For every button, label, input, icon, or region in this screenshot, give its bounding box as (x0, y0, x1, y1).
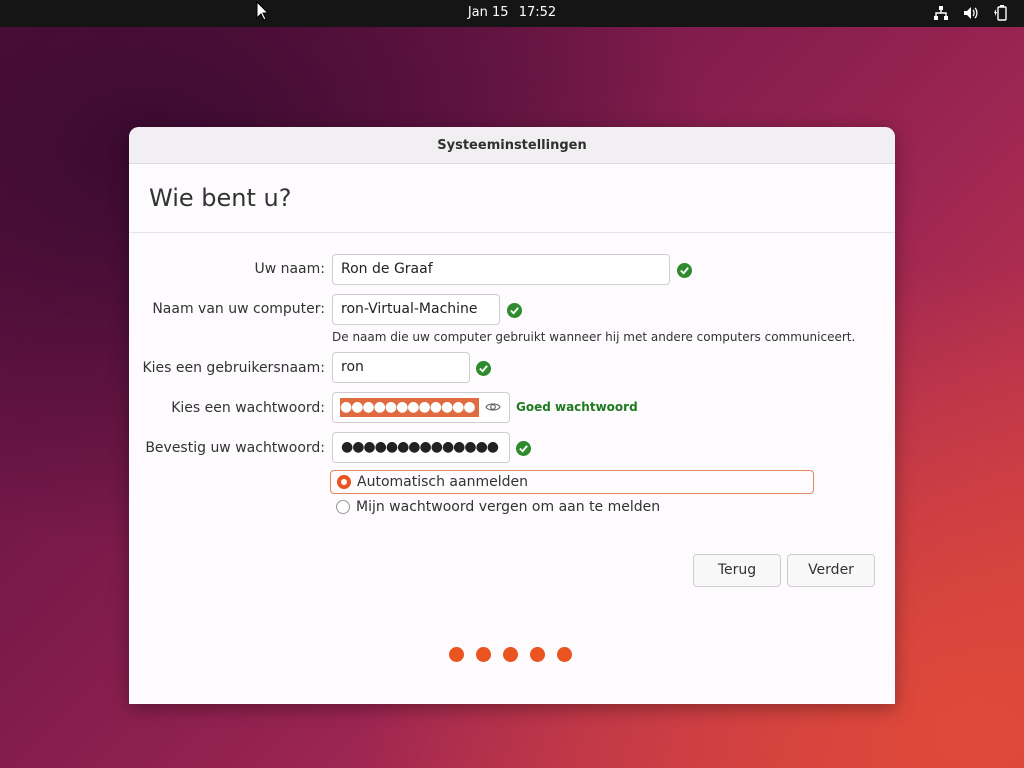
top-bar: Jan 15 17:52 (0, 0, 1024, 27)
divider (129, 232, 895, 233)
battery-icon[interactable] (992, 4, 1010, 22)
clock-date: Jan 15 (467, 5, 509, 20)
password-strength-label: Goed wachtwoord (516, 400, 638, 414)
password-label: Kies een wachtwoord: (171, 400, 325, 416)
volume-icon[interactable] (962, 4, 980, 22)
back-button[interactable]: Terug (693, 554, 781, 587)
progress-dot (557, 647, 572, 662)
next-button[interactable]: Verder (787, 554, 875, 587)
page-heading: Wie bent u? (149, 184, 292, 212)
auto-login-radio[interactable] (337, 475, 351, 489)
username-input[interactable]: ron (332, 352, 470, 383)
username-valid-check-icon (476, 361, 491, 376)
computer-valid-check-icon (507, 303, 522, 318)
computer-name-input[interactable]: ron-Virtual-Machine (332, 294, 500, 325)
require-password-option[interactable]: Mijn wachtwoord vergen om aan te melden (330, 495, 814, 519)
auto-login-option[interactable]: Automatisch aanmelden (330, 470, 814, 494)
username-label: Kies een gebruikersnaam: (142, 360, 325, 376)
mouse-cursor-icon (256, 1, 270, 21)
show-password-eye-icon[interactable] (485, 400, 501, 414)
system-tray[interactable] (932, 4, 1010, 22)
setup-dialog: Systeeminstellingen Wie bent u? Uw naam:… (129, 127, 895, 704)
password-masked-value: ●●●●●●●●●●●● (340, 398, 479, 417)
password-input[interactable]: ●●●●●●●●●●●● (332, 392, 510, 423)
computer-name-label: Naam van uw computer: (152, 301, 325, 317)
clock[interactable]: Jan 15 17:52 (0, 5, 1024, 20)
confirm-password-label: Bevestig uw wachtwoord: (145, 440, 325, 456)
progress-dot (503, 647, 518, 662)
require-password-radio[interactable] (336, 500, 350, 514)
computer-name-hint: De naam die uw computer gebruikt wanneer… (332, 330, 856, 344)
name-label: Uw naam: (254, 261, 325, 277)
require-password-label: Mijn wachtwoord vergen om aan te melden (356, 499, 661, 515)
name-input[interactable]: Ron de Graaf (332, 254, 670, 285)
auto-login-label: Automatisch aanmelden (357, 474, 528, 490)
progress-indicator (449, 647, 572, 662)
confirm-password-masked-value: ●●●●●●●●●●●●●● (341, 439, 499, 455)
progress-dot (476, 647, 491, 662)
clock-time: 17:52 (518, 5, 557, 20)
confirm-valid-check-icon (516, 441, 531, 456)
network-icon[interactable] (932, 4, 950, 22)
dialog-title: Systeeminstellingen (129, 127, 895, 164)
confirm-password-input[interactable]: ●●●●●●●●●●●●●● (332, 432, 510, 463)
progress-dot (449, 647, 464, 662)
progress-dot (530, 647, 545, 662)
name-valid-check-icon (677, 263, 692, 278)
